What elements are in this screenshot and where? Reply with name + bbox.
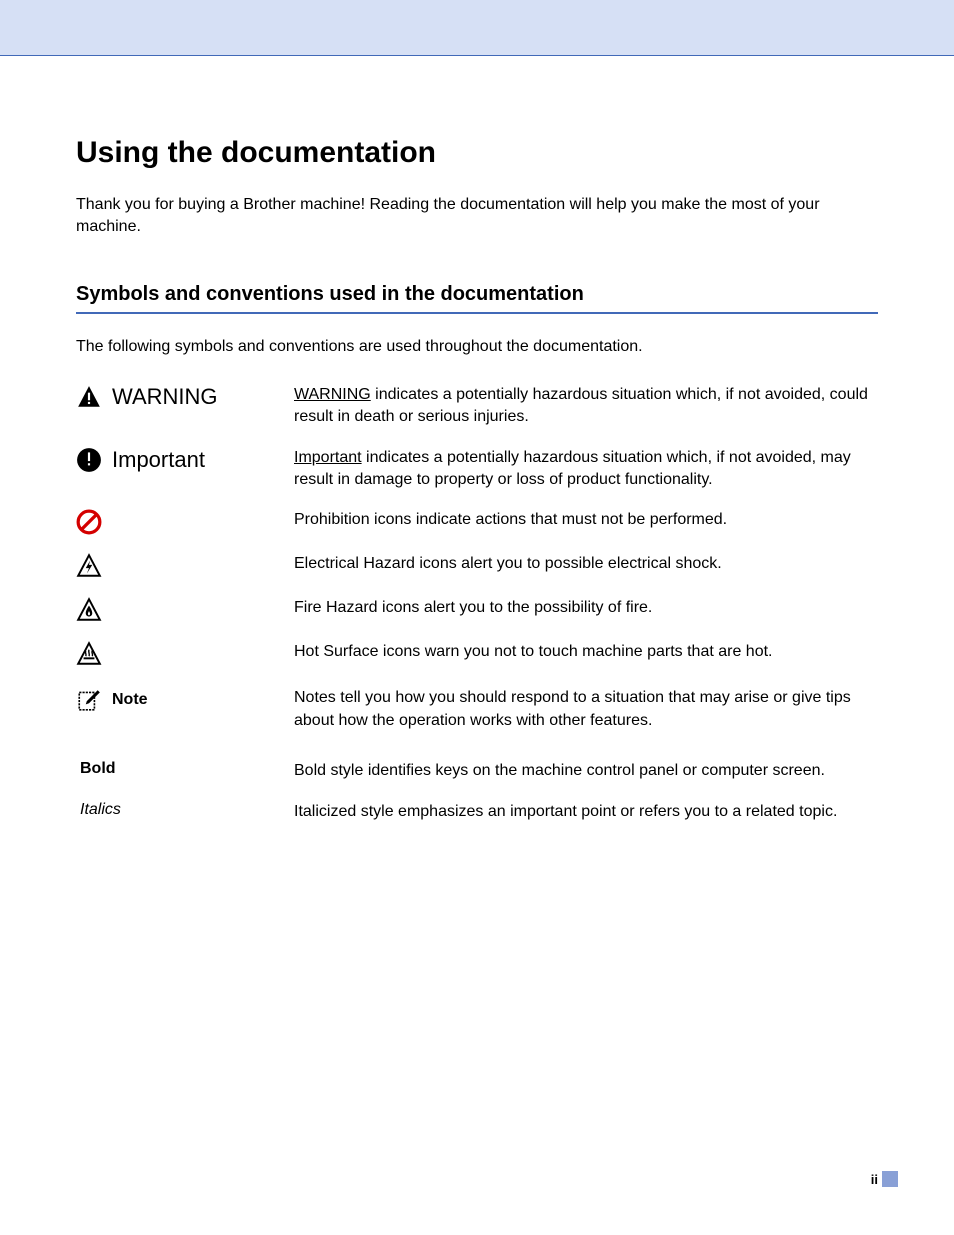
prohibition-left [76, 509, 294, 535]
warning-desc-rest: indicates a potentially hazardous situat… [294, 386, 868, 425]
important-label: Important [112, 447, 205, 473]
note-desc: Notes tell you how you should respond to… [294, 687, 878, 732]
section-heading: Symbols and conventions used in the docu… [76, 283, 878, 314]
page-tab-marker [882, 1171, 898, 1187]
note-left: Note [76, 687, 294, 713]
row-bold: Bold Bold style identifies keys on the m… [76, 760, 878, 782]
row-fire: Fire Hazard icons alert you to the possi… [76, 597, 878, 623]
fire-desc: Fire Hazard icons alert you to the possi… [294, 597, 878, 619]
warning-desc-underline: WARNING [294, 386, 371, 403]
important-left: Important [76, 447, 294, 473]
prohibition-icon [76, 509, 102, 535]
electrical-hazard-icon [76, 553, 102, 579]
warning-triangle-icon [76, 384, 102, 410]
fire-hazard-icon [76, 597, 102, 623]
italics-label: Italics [80, 801, 121, 819]
note-icon [76, 687, 102, 713]
page-content: Using the documentation Thank you for bu… [0, 56, 954, 823]
important-desc: Important indicates a potentially hazard… [294, 447, 878, 492]
row-important: Important Important indicates a potentia… [76, 447, 878, 492]
bold-left: Bold [76, 760, 294, 778]
electrical-desc: Electrical Hazard icons alert you to pos… [294, 553, 878, 575]
italics-left: Italics [76, 801, 294, 819]
warning-label: WARNING [112, 384, 218, 410]
row-prohibition: Prohibition icons indicate actions that … [76, 509, 878, 535]
prohibition-desc: Prohibition icons indicate actions that … [294, 509, 878, 531]
row-electrical: Electrical Hazard icons alert you to pos… [76, 553, 878, 579]
row-hot: Hot Surface icons warn you not to touch … [76, 641, 878, 667]
bold-desc: Bold style identifies keys on the machin… [294, 760, 878, 782]
row-warning: WARNING WARNING indicates a potentially … [76, 384, 878, 429]
electrical-left [76, 553, 294, 579]
page-title: Using the documentation [76, 136, 878, 170]
bold-label: Bold [80, 760, 116, 778]
header-band [0, 0, 954, 56]
warning-left: WARNING [76, 384, 294, 410]
important-desc-underline: Important [294, 449, 362, 466]
lead-paragraph: The following symbols and conventions ar… [76, 338, 878, 356]
row-note: Note Notes tell you how you should respo… [76, 687, 878, 732]
note-label: Note [112, 691, 148, 709]
row-italics: Italics Italicized style emphasizes an i… [76, 801, 878, 823]
page-number: ii [871, 1172, 878, 1187]
fire-left [76, 597, 294, 623]
hot-surface-icon [76, 641, 102, 667]
italics-desc: Italicized style emphasizes an important… [294, 801, 878, 823]
hot-desc: Hot Surface icons warn you not to touch … [294, 641, 878, 663]
intro-paragraph: Thank you for buying a Brother machine! … [76, 194, 878, 239]
warning-desc: WARNING indicates a potentially hazardou… [294, 384, 878, 429]
important-circle-icon [76, 447, 102, 473]
important-desc-rest: indicates a potentially hazardous situat… [294, 449, 851, 488]
hot-left [76, 641, 294, 667]
page-footer: ii [871, 1171, 898, 1187]
